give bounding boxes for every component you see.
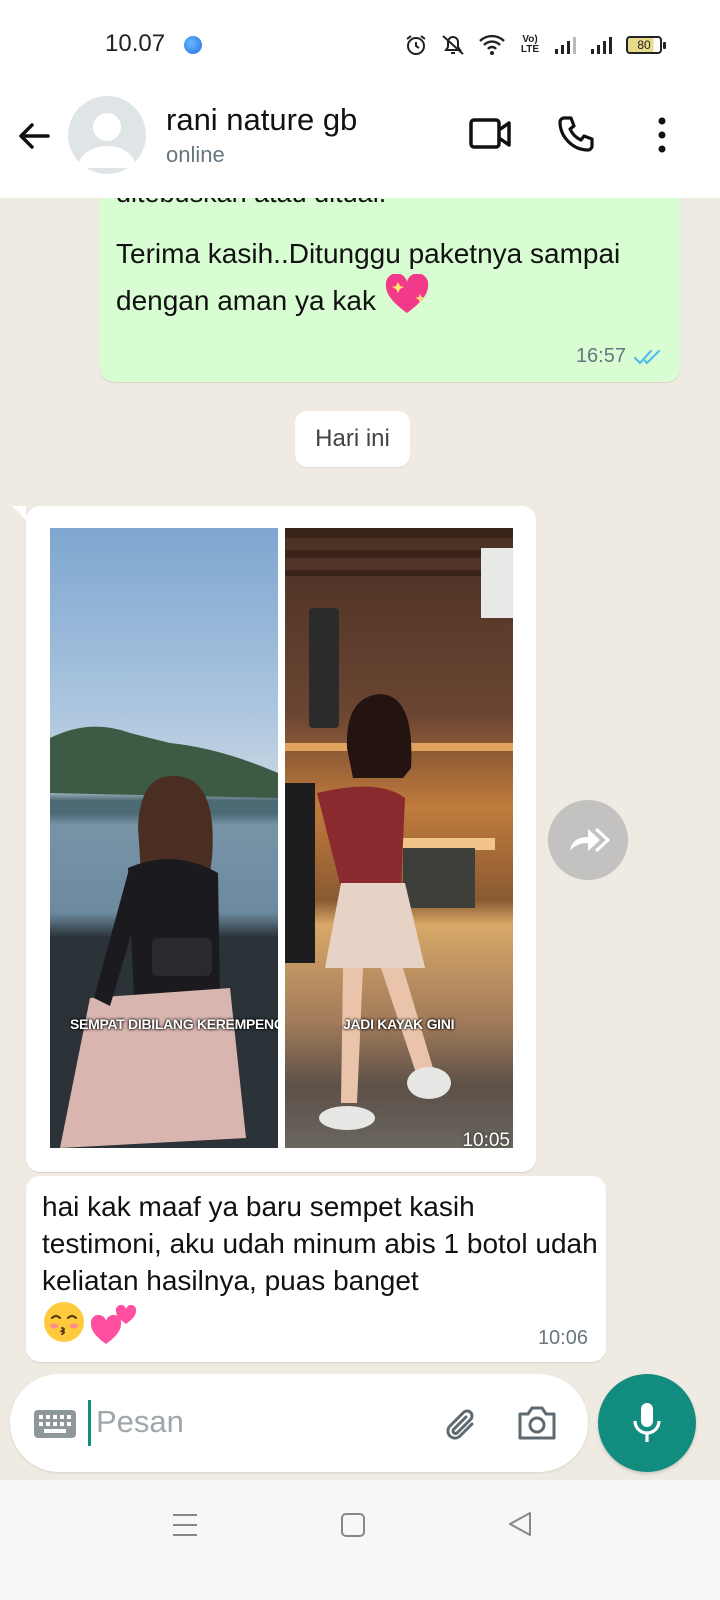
video-call-icon (469, 118, 511, 149)
battery-indicator: 80 (626, 36, 666, 54)
mic-icon (633, 1403, 661, 1442)
notification-icon (184, 36, 202, 54)
voice-message-button[interactable] (598, 1374, 696, 1472)
outgoing-message[interactable]: ditebuskan atau dituai. Terima kasih..Di… (100, 198, 680, 382)
photo-before[interactable]: SEMPAT DIBILANG KEREMPENG (50, 528, 278, 1148)
message-meta: 16:57 (576, 345, 664, 368)
keyboard-icon (34, 1410, 76, 1438)
keyboard-toggle-button[interactable] (34, 1410, 76, 1443)
photo-after-illustration (285, 528, 513, 1130)
contact-avatar[interactable] (68, 96, 146, 174)
two-hearts-emoji (90, 1304, 137, 1344)
camera-icon (518, 1406, 556, 1440)
status-time: 10.07 (105, 30, 166, 57)
system-nav-bar (0, 1480, 720, 1600)
read-ticks-icon (634, 349, 661, 365)
sparkling-heart-emoji (385, 274, 428, 313)
message-input[interactable]: Pesan (96, 1404, 184, 1440)
message-time: 16:57 (575, 345, 626, 367)
default-avatar-icon (78, 113, 136, 168)
back-button[interactable] (14, 116, 54, 156)
video-call-button[interactable] (468, 116, 512, 157)
contact-status: online (166, 142, 225, 167)
incoming-message[interactable]: hai kak maaf ya baru sempet kasih testim… (26, 1176, 606, 1362)
message-composer[interactable]: Pesan (10, 1374, 588, 1472)
signal-icon-2 (591, 37, 612, 54)
attach-button[interactable] (442, 1404, 482, 1449)
forward-button[interactable] (548, 800, 628, 880)
caption-after: JADI KAYAK GINI (343, 1016, 455, 1032)
kissing-face-emoji (44, 1302, 84, 1342)
date-divider: Hari ini (295, 411, 410, 467)
message-text: Terima kasih..Ditunggu paketnya sampai d… (116, 238, 621, 316)
message-text-cut: ditebuskan atau dituai. (116, 198, 386, 209)
volte-icon: Vo) LTE (520, 34, 540, 55)
incoming-image-message[interactable]: SEMPAT DIBILANG KEREMPENG JADI KAYAK GIN… (12, 506, 536, 1172)
status-bar: 10.07 Vo) LTE 80 (0, 0, 720, 90)
message-time: 10:06 (537, 1327, 588, 1349)
text-caret (88, 1400, 91, 1446)
recent-apps-button[interactable] (172, 1512, 198, 1543)
voice-call-button[interactable] (556, 114, 596, 159)
contact-name[interactable]: rani nature gb (166, 102, 357, 138)
photo-after[interactable]: JADI KAYAK GINI (285, 528, 513, 1148)
alarm-icon (406, 35, 426, 55)
chat-area[interactable]: ditebuskan atau dituai. Terima kasih..Di… (0, 198, 720, 1480)
more-options-button[interactable] (648, 116, 676, 159)
back-arrow-icon (19, 123, 50, 149)
forward-icon (570, 827, 610, 853)
chat-header: rani nature gb online (0, 90, 720, 198)
menu-icon (173, 1514, 197, 1536)
signal-icon-1 (555, 37, 576, 54)
mute-icon (442, 35, 464, 55)
system-back-button[interactable] (506, 1510, 534, 1543)
image-message-time: 10:05 (462, 1130, 510, 1151)
camera-button[interactable] (516, 1404, 558, 1447)
home-icon (341, 1513, 365, 1537)
more-options-icon (658, 117, 666, 153)
voice-call-icon (558, 116, 594, 152)
photo-before-illustration (50, 726, 278, 1148)
nav-back-icon (509, 1512, 531, 1536)
status-icons: Vo) LTE 80 (404, 30, 666, 60)
message-text: hai kak maaf ya baru sempet kasih testim… (42, 1191, 598, 1296)
wifi-icon (479, 34, 505, 55)
caption-before: SEMPAT DIBILANG KEREMPENG (70, 1016, 278, 1032)
home-button[interactable] (340, 1512, 366, 1543)
message-emojis (42, 1300, 138, 1346)
attach-icon (446, 1409, 474, 1440)
